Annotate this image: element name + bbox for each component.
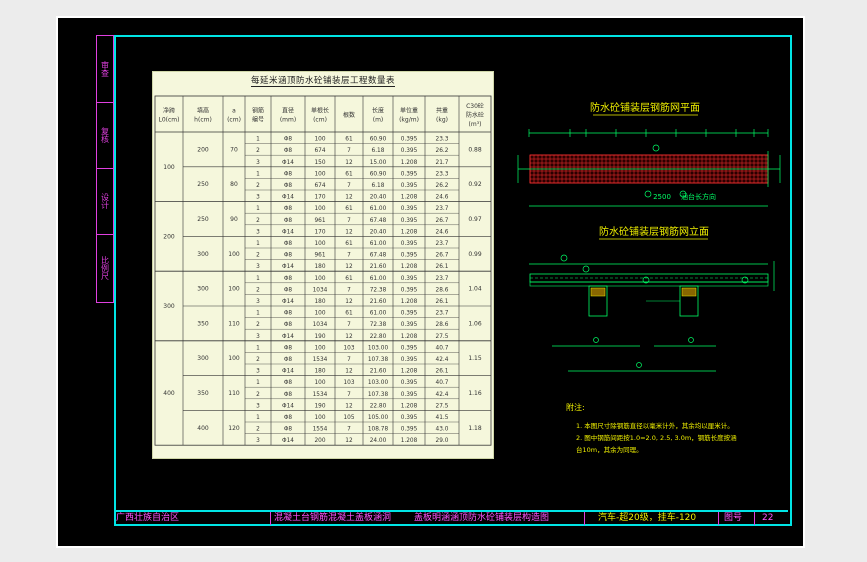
elevation-bearing: [590, 287, 606, 297]
bar-detail-marker: [636, 362, 642, 368]
elevation-bar-marker: [582, 265, 590, 273]
elevation-title: 防水砼铺装层钢筋网立面: [599, 225, 709, 238]
drawing-sheet: 审查 复核 设计 比例尺 每延米涵顶防水砼铺装层工程数量表 净跨 L0(cm) 填高…: [56, 16, 805, 548]
drawing-name: 盖板明涵涵顶防水砼铺装层构造图: [414, 513, 550, 523]
sheet-label: 图号: [724, 513, 743, 523]
plan-length-value: 2500: [653, 193, 671, 201]
plan-title: 防水砼铺装层钢筋网平面: [590, 101, 700, 114]
rebar-mesh-drawing: 防水砼铺装层钢筋网平面 2500 涵台长方向防水砼铺装层钢筋网立面附注: 1. 本图尺…: [517, 101, 781, 454]
plan-length-label: 涵台长方向: [681, 192, 716, 201]
elevation-bar-marker: [560, 254, 568, 262]
plan-bar-marker: [644, 190, 652, 198]
notes-title: 附注:: [566, 402, 585, 412]
elevation-cover-plate: [529, 281, 769, 287]
bar-detail-marker: [593, 337, 599, 343]
title-block: 广西壮族自治区 混凝土台钢筋混凝土盖板涵洞 盖板明涵涵顶防水砼铺装层构造图 汽车…: [114, 510, 788, 525]
load-class: 汽车-超20级，挂车-120: [598, 513, 697, 523]
elevation-bearing: [681, 287, 697, 297]
company-name: 广西壮族自治区: [116, 513, 180, 523]
series-name: 混凝土台钢筋混凝土盖板涵洞: [274, 513, 392, 523]
note-line: 2. 图中钢筋间距按1.0=2.0, 2.5, 3.0m，钢筋长度按涵: [576, 433, 737, 442]
sheet-number: 22: [762, 513, 774, 523]
note-line: 台10m，其余为同理。: [576, 445, 643, 454]
bar-detail-marker: [688, 337, 694, 343]
plan-bar-marker: [652, 144, 660, 152]
note-line: 1. 本图尺寸除钢筋直径以毫米计外，其余均以厘米计。: [576, 421, 734, 430]
